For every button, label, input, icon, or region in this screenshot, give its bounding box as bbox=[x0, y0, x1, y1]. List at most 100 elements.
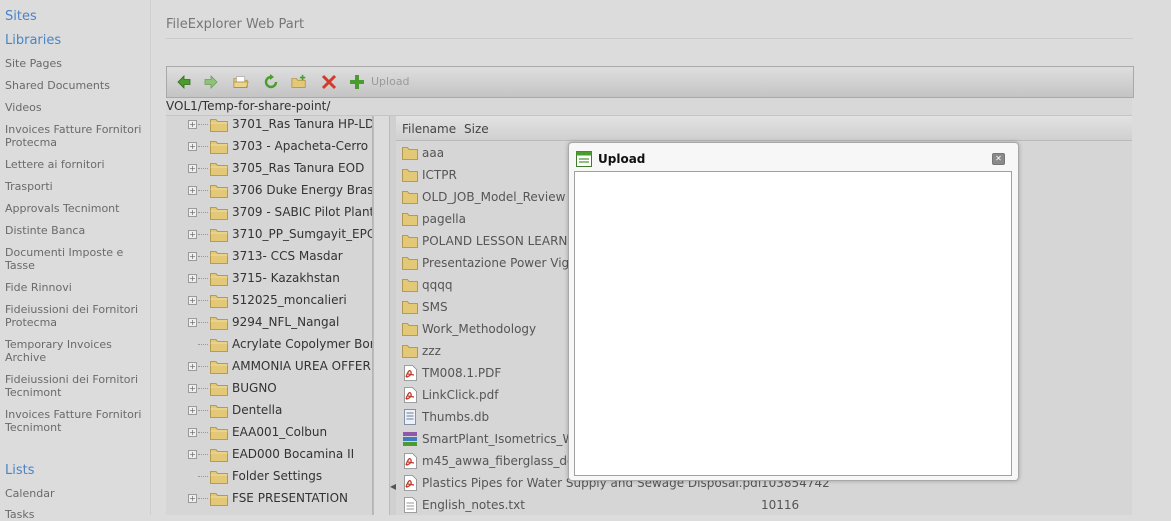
nav-item-site-pages[interactable]: Site Pages bbox=[5, 57, 147, 70]
forward-arrow-icon[interactable] bbox=[203, 74, 219, 90]
tree-item[interactable]: + Dentella bbox=[166, 399, 371, 421]
nav-item-lettere-fornitori[interactable]: Lettere ai fornitori bbox=[5, 158, 147, 171]
tree-item[interactable]: Acrylate Copolymer Boreal bbox=[166, 333, 373, 355]
column-header-size[interactable]: Size bbox=[464, 122, 489, 136]
tree-item[interactable]: +3709 - SABIC Pilot Plant bbox=[166, 201, 373, 224]
expand-plus-icon[interactable]: + bbox=[188, 296, 197, 305]
nav-heading-lists[interactable]: Lists bbox=[5, 463, 35, 478]
upload-plus-icon[interactable] bbox=[349, 74, 365, 90]
tree-item-label: 3701_Ras Tanura HP-LDPE bbox=[232, 117, 374, 131]
expand-plus-icon[interactable]: + bbox=[188, 164, 197, 173]
folder-icon bbox=[402, 255, 418, 274]
folder-icon bbox=[210, 161, 228, 180]
folder-icon bbox=[402, 145, 418, 164]
nav-item-calendar[interactable]: Calendar bbox=[5, 487, 147, 500]
tree-item[interactable]: +3706 Duke Energy Brasile bbox=[166, 179, 374, 201]
expand-plus-icon[interactable]: + bbox=[188, 208, 197, 217]
expand-plus-icon[interactable]: + bbox=[188, 362, 197, 371]
folder-icon bbox=[210, 205, 228, 224]
file-name: OLD_JOB_Model_Review bbox=[422, 190, 566, 204]
tree-item[interactable]: +3701_Ras Tanura HP-LDPE bbox=[166, 116, 374, 135]
tree-item[interactable]: + AMMONIA UREA OFFER ST bbox=[166, 355, 374, 377]
tree-item-label: BUGNO bbox=[232, 381, 277, 395]
tree-item[interactable]: +512025_moncalieri bbox=[166, 289, 371, 311]
nav-item-documenti-imposte[interactable]: Documenti Imposte e Tasse bbox=[5, 246, 147, 272]
left-navigation: Sites Libraries Site Pages Shared Docume… bbox=[0, 0, 151, 521]
tree-connector bbox=[198, 300, 208, 301]
tree-item-label: Folder Settings bbox=[232, 469, 323, 483]
tree-item[interactable]: +3715- Kazakhstan bbox=[166, 267, 371, 289]
tree-item-label: 512025_moncalieri bbox=[232, 293, 347, 307]
upload-window-icon bbox=[576, 151, 592, 171]
expand-plus-icon[interactable]: + bbox=[188, 186, 197, 195]
expand-plus-icon[interactable]: + bbox=[188, 428, 197, 437]
upload-button[interactable]: Upload bbox=[371, 75, 410, 88]
pdf-file-icon bbox=[402, 387, 418, 407]
expand-plus-icon[interactable]: + bbox=[188, 120, 197, 129]
file-name: TM008.1.PDF bbox=[422, 366, 502, 380]
nav-heading-sites[interactable]: Sites bbox=[5, 9, 37, 24]
tree-item-label: 3706 Duke Energy Brasile bbox=[232, 183, 374, 197]
folder-icon bbox=[210, 139, 228, 158]
expand-plus-icon[interactable]: + bbox=[188, 384, 197, 393]
expand-plus-icon[interactable]: + bbox=[188, 252, 197, 261]
tree-item-label: EAD000 Bocamina II bbox=[232, 447, 355, 461]
nav-item-shared-documents[interactable]: Shared Documents bbox=[5, 79, 147, 92]
folder-icon bbox=[210, 249, 228, 268]
tree-item[interactable]: + EAA001_Colbun bbox=[166, 421, 371, 443]
expand-plus-icon[interactable]: + bbox=[188, 450, 197, 459]
nav-item-fideiussioni-protecma[interactable]: Fideiussioni dei Fornitori Protecma bbox=[5, 303, 147, 329]
tree-scrollbar[interactable]: ▲ bbox=[372, 116, 374, 515]
tree-item[interactable]: +3710_PP_Sumgayit_EPCM bbox=[166, 223, 373, 245]
upload-dialog-body bbox=[574, 171, 1012, 476]
tree-connector bbox=[198, 146, 208, 147]
expand-plus-icon[interactable]: + bbox=[188, 142, 197, 151]
tree-connector bbox=[198, 278, 208, 279]
tree-item[interactable]: Folder Settings bbox=[166, 465, 371, 487]
scroll-up-arrow-icon[interactable]: ▲ bbox=[373, 116, 374, 132]
expand-plus-icon[interactable]: + bbox=[188, 274, 197, 283]
nav-item-fideiussioni-tecnimont[interactable]: Fideiussioni dei Fornitori Tecnimont bbox=[5, 373, 147, 399]
expand-plus-icon[interactable]: + bbox=[188, 318, 197, 327]
tree-item-label: FSE PRESENTATION bbox=[232, 491, 349, 505]
tree-connector bbox=[198, 366, 208, 367]
expand-plus-icon[interactable]: + bbox=[188, 494, 197, 503]
nav-item-videos[interactable]: Videos bbox=[5, 101, 147, 114]
tree-item[interactable]: + EAD000 Bocamina II bbox=[166, 443, 371, 465]
nav-item-invoices-tecnimont[interactable]: Invoices Fatture Fornitori Tecnimont bbox=[5, 408, 147, 434]
close-icon[interactable]: ✕ bbox=[992, 153, 1005, 165]
new-folder-icon[interactable] bbox=[291, 74, 307, 90]
nav-item-fide-rinnovi[interactable]: Fide Rinnovi bbox=[5, 281, 147, 294]
tree-connector bbox=[198, 124, 208, 125]
tree-item[interactable]: +3703 - Apacheta-Cerro Pab bbox=[166, 135, 373, 158]
file-row[interactable]: English_notes.txt 10116 bbox=[396, 494, 1132, 515]
tree-connector bbox=[198, 344, 208, 345]
tree-item[interactable]: + FSE PRESENTATION bbox=[166, 487, 371, 509]
delete-icon[interactable] bbox=[321, 74, 337, 90]
expand-plus-icon[interactable]: + bbox=[188, 406, 197, 415]
file-name: LinkClick.pdf bbox=[422, 388, 499, 402]
tree-item[interactable]: + BUGNO bbox=[166, 377, 371, 399]
refresh-icon[interactable] bbox=[263, 74, 279, 90]
tree-connector bbox=[198, 388, 208, 389]
folder-icon bbox=[402, 277, 418, 296]
nav-item-temporary-invoices[interactable]: Temporary Invoices Archive bbox=[5, 338, 147, 364]
nav-heading-libraries[interactable]: Libraries bbox=[5, 33, 61, 48]
tree-item[interactable]: +9294_NFL_Nangal bbox=[166, 311, 371, 333]
folder-icon bbox=[402, 343, 418, 362]
tree-item[interactable]: +3705_Ras Tanura EOD bbox=[166, 157, 371, 179]
folder-icon bbox=[210, 447, 228, 466]
archive-file-icon bbox=[402, 431, 418, 451]
column-header-filename[interactable]: Filename bbox=[402, 122, 456, 136]
open-folder-icon[interactable] bbox=[233, 74, 249, 90]
nav-item-trasporti[interactable]: Trasporti bbox=[5, 180, 147, 193]
nav-item-approvals-tecnimont[interactable]: Approvals Tecnimont bbox=[5, 202, 147, 215]
tree-connector bbox=[198, 322, 208, 323]
back-arrow-icon[interactable] bbox=[176, 74, 192, 90]
tree-item[interactable]: +3713- CCS Masdar bbox=[166, 245, 371, 267]
nav-item-distinte-banca[interactable]: Distinte Banca bbox=[5, 224, 147, 237]
expand-plus-icon[interactable]: + bbox=[188, 230, 197, 239]
dialog-title: Upload bbox=[598, 152, 646, 166]
tree-item-label: AMMONIA UREA OFFER ST bbox=[232, 359, 374, 373]
nav-item-invoices-protecma[interactable]: Invoices Fatture Fornitori Protecma bbox=[5, 123, 147, 149]
